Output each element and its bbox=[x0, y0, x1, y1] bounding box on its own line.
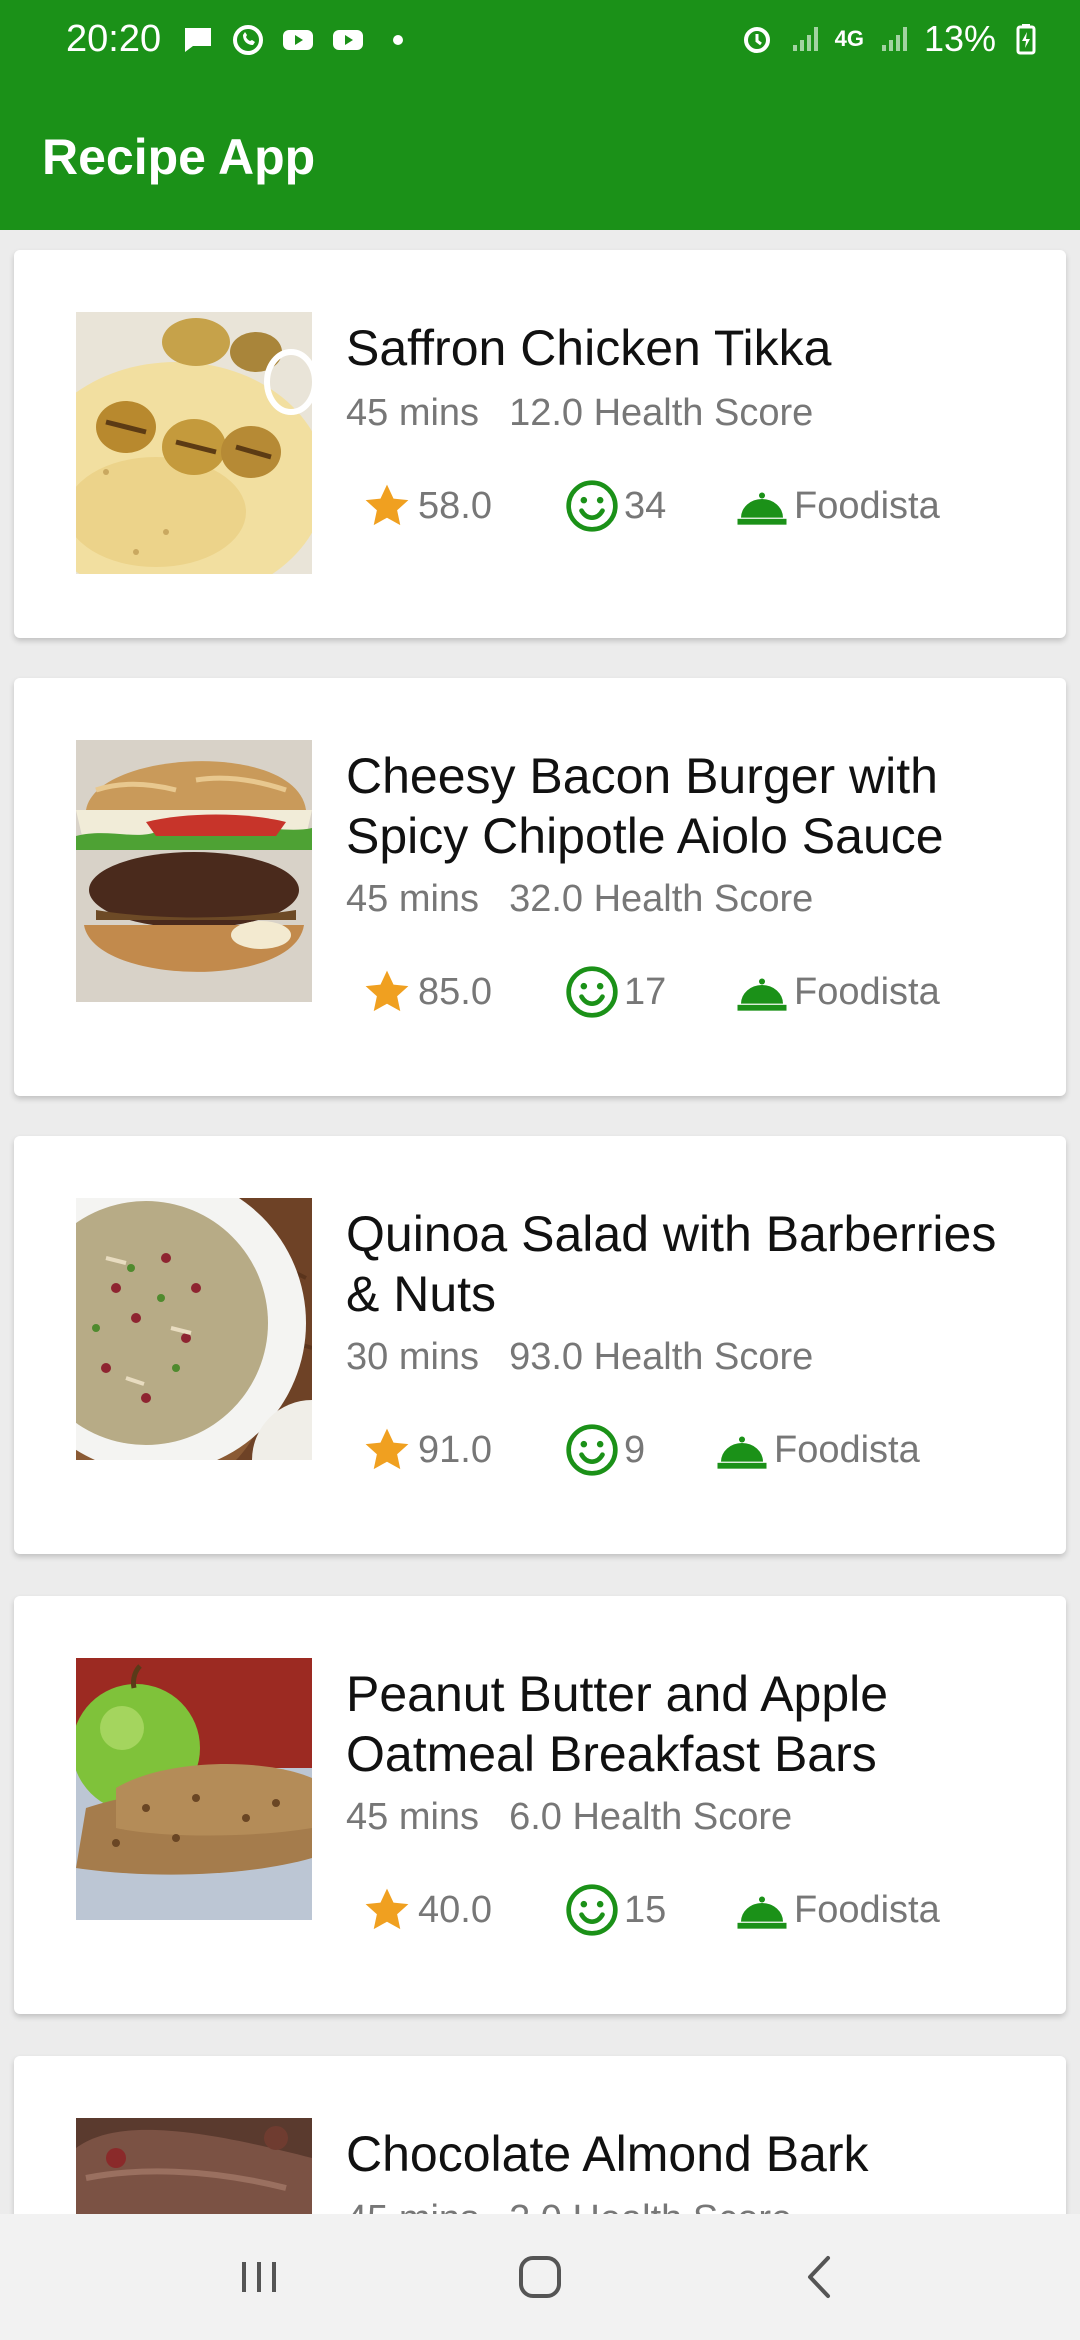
network-type: 4G bbox=[834, 26, 864, 51]
recipe-card[interactable]: Cheesy Bacon Burger with Spicy Chipotle … bbox=[14, 678, 1066, 1096]
battery-charging-icon bbox=[1016, 24, 1036, 55]
likes-stat: 9 bbox=[564, 1422, 714, 1478]
recipe-card[interactable]: Peanut Butter and Apple Oatmeal Breakfas… bbox=[14, 1596, 1066, 2014]
recipe-title: Saffron Chicken Tikka bbox=[346, 320, 832, 376]
recipe-stats: 91.0 9 Foodista bbox=[360, 1422, 920, 1478]
rating-stat: 58.0 bbox=[360, 479, 564, 533]
likes-stat: 17 bbox=[564, 964, 734, 1020]
app-title: Recipe App bbox=[42, 129, 316, 185]
source-name: Foodista bbox=[774, 1428, 920, 1471]
rating-value: 91.0 bbox=[418, 1428, 492, 1471]
recipe-card[interactable]: Chocolate Almond Bark 45 mins 2.0 Health … bbox=[14, 2056, 1066, 2214]
status-bar: 20:20 4G 13% bbox=[0, 0, 1080, 84]
battery-percent: 13% bbox=[923, 18, 996, 59]
back-icon[interactable] bbox=[788, 2244, 854, 2310]
recipe-image bbox=[76, 740, 312, 1002]
recipe-meta: 45 mins 2.0 Health Score bbox=[346, 2198, 792, 2214]
recipe-meta: 45 mins 12.0 Health Score bbox=[346, 392, 813, 435]
source-stat: Foodista bbox=[734, 1882, 940, 1938]
rating-value: 58.0 bbox=[418, 484, 492, 527]
youtube-icon bbox=[283, 30, 313, 50]
rating-value: 85.0 bbox=[418, 970, 492, 1013]
signal-icon bbox=[881, 27, 907, 51]
recipe-meta: 45 mins 6.0 Health Score bbox=[346, 1796, 792, 1839]
recipe-image bbox=[76, 1658, 312, 1920]
recipe-time: 45 mins bbox=[346, 1796, 480, 1838]
recipe-meta: 30 mins 93.0 Health Score bbox=[346, 1336, 813, 1379]
rating-stat: 85.0 bbox=[360, 965, 564, 1019]
recipe-time: 30 mins bbox=[346, 1336, 480, 1378]
recipe-title: Chocolate Almond Bark bbox=[346, 2126, 869, 2182]
recipe-card[interactable]: Saffron Chicken Tikka 45 mins 12.0 Health… bbox=[14, 250, 1066, 638]
recipe-list[interactable]: Saffron Chicken Tikka 45 mins 12.0 Health… bbox=[0, 230, 1080, 2214]
cloche-icon bbox=[737, 978, 787, 1011]
likes-value: 15 bbox=[624, 1888, 667, 1931]
likes-value: 9 bbox=[624, 1428, 646, 1471]
recipe-meta: 45 mins 32.0 Health Score bbox=[346, 878, 813, 921]
notification-icons bbox=[180, 22, 416, 58]
recipe-title: Peanut Butter and Apple Oatmeal Breakfas… bbox=[346, 1666, 889, 1782]
star-icon bbox=[365, 1888, 409, 1930]
recipe-health-score: 2.0 Health Score bbox=[509, 2198, 792, 2214]
recipe-title: Cheesy Bacon Burger with Spicy Chipotle … bbox=[346, 748, 944, 864]
recipe-time: 45 mins bbox=[346, 878, 480, 920]
source-stat: Foodista bbox=[734, 964, 940, 1020]
recipe-time: 45 mins bbox=[346, 2198, 479, 2214]
system-status: 4G 13% bbox=[739, 18, 1044, 60]
home-icon[interactable] bbox=[507, 2244, 573, 2310]
likes-value: 17 bbox=[624, 970, 667, 1013]
recipe-time: 45 mins bbox=[346, 392, 480, 434]
source-name: Foodista bbox=[794, 970, 940, 1013]
signal-icon bbox=[792, 27, 818, 51]
recipe-health-score: 32.0 Health Score bbox=[509, 878, 814, 920]
cloche-icon bbox=[717, 1436, 767, 1469]
rating-stat: 91.0 bbox=[360, 1423, 564, 1477]
recipe-health-score: 6.0 Health Score bbox=[509, 1796, 793, 1838]
recents-icon[interactable] bbox=[226, 2244, 292, 2310]
source-stat: Foodista bbox=[714, 1422, 920, 1478]
recipe-card[interactable]: Quinoa Salad with Barberries & Nuts 30 m… bbox=[14, 1136, 1066, 1554]
recipe-health-score: 12.0 Health Score bbox=[509, 392, 814, 434]
system-nav-bar bbox=[0, 2214, 1080, 2340]
cloche-icon bbox=[737, 492, 787, 525]
message-icon bbox=[185, 28, 211, 52]
recipe-image bbox=[76, 2118, 312, 2214]
recipe-stats: 85.0 17 Foodista bbox=[360, 964, 940, 1020]
star-icon bbox=[365, 970, 409, 1012]
smiley-icon bbox=[566, 1424, 618, 1476]
source-stat: Foodista bbox=[734, 478, 940, 534]
alarm-icon bbox=[743, 27, 770, 53]
dot-icon bbox=[393, 35, 403, 45]
app-bar: Recipe App bbox=[0, 84, 1080, 230]
recipe-stats: 40.0 15 Foodista bbox=[360, 1882, 940, 1938]
youtube-icon bbox=[333, 30, 363, 50]
recipe-image bbox=[76, 312, 312, 574]
smiley-icon bbox=[566, 966, 618, 1018]
likes-stat: 15 bbox=[564, 1882, 734, 1938]
star-icon bbox=[365, 1428, 409, 1470]
smiley-icon bbox=[566, 480, 618, 532]
source-name: Foodista bbox=[794, 1888, 940, 1931]
rating-value: 40.0 bbox=[418, 1888, 492, 1931]
likes-stat: 34 bbox=[564, 478, 734, 534]
recipe-title: Quinoa Salad with Barberries & Nuts bbox=[346, 1206, 997, 1322]
smiley-icon bbox=[566, 1884, 618, 1936]
whatsapp-icon bbox=[233, 25, 263, 55]
source-name: Foodista bbox=[794, 484, 940, 527]
recipe-image bbox=[76, 1198, 312, 1460]
recipe-health-score: 93.0 Health Score bbox=[509, 1336, 814, 1378]
cloche-icon bbox=[737, 1896, 787, 1929]
status-time: 20:20 bbox=[66, 18, 162, 60]
likes-value: 34 bbox=[624, 484, 667, 527]
recipe-stats: 58.0 34 Foodista bbox=[360, 478, 940, 534]
rating-stat: 40.0 bbox=[360, 1883, 564, 1937]
star-icon bbox=[365, 484, 409, 526]
